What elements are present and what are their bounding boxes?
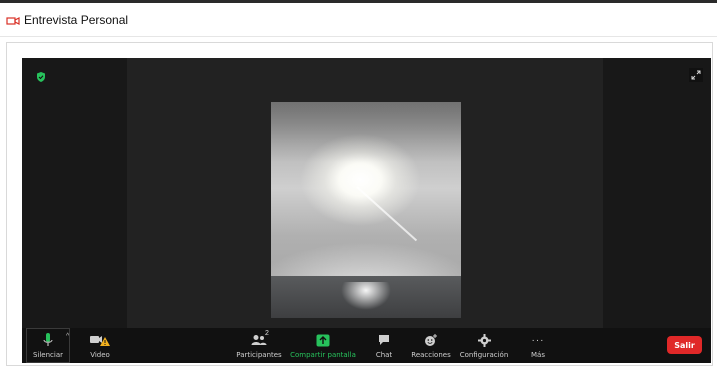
gear-icon [477,332,491,348]
participant-video [271,102,461,318]
meeting-toolbar: Silenciar ^ Video 2 Participantes Compar… [22,328,711,363]
more-icon: ··· [532,332,545,348]
video-sky [271,102,461,162]
right-panel [603,58,711,328]
share-screen-icon [316,332,330,348]
mute-button-outline [26,328,70,363]
chat-button[interactable]: Chat [371,328,397,363]
participants-label: Participantes [236,351,282,359]
shield-check-icon[interactable] [35,70,47,82]
video-label: Video [90,351,110,359]
video-camera-icon [6,14,20,26]
reactions-label: Reacciones [411,351,451,359]
video-glare [341,282,391,310]
reactions-icon [424,332,438,348]
divider [0,36,717,37]
participants-icon: 2 [251,330,269,348]
participant-count: 2 [265,330,269,337]
page-title: Entrevista Personal [24,13,129,27]
settings-label: Configuración [459,351,509,359]
settings-button[interactable]: Configuración [459,328,509,363]
video-camera-warning-icon [89,332,111,348]
more-label: Más [531,351,545,359]
left-panel [22,58,127,328]
more-glyph: ··· [531,334,545,346]
share-screen-label: Compartir pantalla [290,351,356,359]
reactions-button[interactable]: Reacciones [411,328,451,363]
chat-label: Chat [375,351,393,359]
expand-icon[interactable] [689,68,703,82]
video-button[interactable]: Video [85,328,115,363]
page-header: Entrevista Personal [6,10,128,30]
chat-icon [378,332,390,348]
exit-button[interactable]: Salir [667,336,702,354]
top-border [0,0,717,3]
video-sun-ray [356,186,418,242]
meeting-window: Silenciar ^ Video 2 Participantes Compar… [22,58,711,363]
participants-button[interactable]: 2 Participantes [234,328,284,363]
more-button[interactable]: ··· Más [526,328,550,363]
share-screen-button[interactable]: Compartir pantalla [290,328,356,363]
